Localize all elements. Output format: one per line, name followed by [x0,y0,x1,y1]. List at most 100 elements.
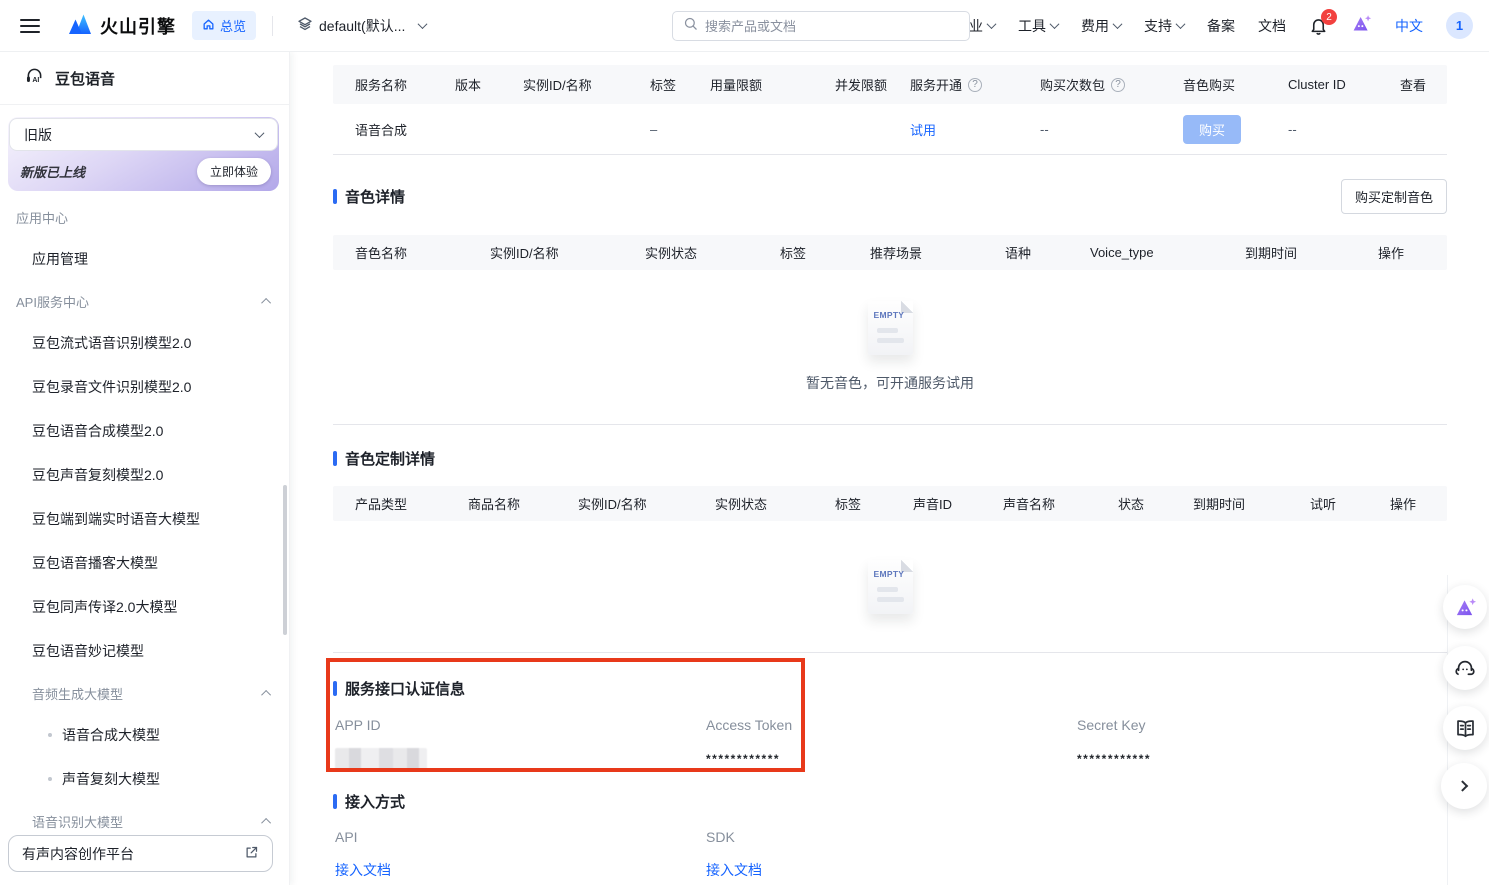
nav-menu-item[interactable]: 费用 [1081,16,1121,36]
access-doc-link[interactable]: 接入文档 [706,860,1077,880]
ai-assistant-nav-icon[interactable] [1351,13,1372,39]
table-header-cell: 到期时间 [1193,494,1310,513]
table-header-cell: 标签 [650,75,710,94]
nav-menu-item[interactable]: 文档 [1258,16,1286,36]
table-header-label: 版本 [455,75,481,94]
sidebar-menu-item[interactable]: 豆包声音复刻模型2.0 [0,453,289,497]
table-cell: – [650,122,710,137]
search-icon [683,16,698,36]
nav-menu-item[interactable]: 备案 [1207,16,1235,36]
chevron-right-icon [1457,780,1468,791]
empty-state-text: 暂无音色，可开通服务试用 [806,373,974,393]
help-question-icon[interactable]: ? [968,78,982,92]
table-header-cell: 商品名称 [468,494,578,513]
access-method-label: SDK [706,829,1077,845]
search-input[interactable] [705,19,959,34]
sidebar-menu-item-label: 豆包录音文件识别模型2.0 [32,377,191,397]
table-cell [835,122,910,137]
table-cell: 购买 [1183,115,1288,144]
voice-custom-table: 产品类型商品名称实例ID/名称实例状态标签声音ID声音名称状态到期时间试听操作 … [333,486,1447,653]
sidebar-menu-item[interactable]: 语音合成大模型 [0,713,289,757]
chevron-down-icon [418,19,428,29]
chevron-down-icon [987,19,997,29]
version-select[interactable]: 旧版 [9,118,278,151]
table-header-label: 购买次数包 [1040,75,1105,94]
chevron-up-icon [261,817,271,827]
sidebar-scrollbar-thumb[interactable] [283,485,287,635]
home-icon [202,18,215,34]
table-header-cell: Cluster ID [1288,77,1400,92]
voice-table-header: 音色名称实例ID/名称实例状态标签推荐场景语种Voice_type到期时间操作 [333,235,1447,270]
table-cell: 语音合成 [355,120,455,139]
table-header-cell: 查看 [1400,75,1447,94]
notification-bell[interactable]: 2 [1309,16,1328,35]
language-switcher[interactable]: 中文 [1395,16,1423,36]
support-headset-float-button[interactable] [1443,646,1487,690]
volcengine-logo[interactable]: 火山引擎 [66,9,176,42]
table-header-label: 到期时间 [1245,243,1297,262]
external-link-icon [244,845,259,863]
sidebar-menu-item[interactable]: 应用中心 [0,197,289,237]
sidebar-menu-item[interactable]: 豆包端到端实时语音大模型 [0,497,289,541]
help-question-icon[interactable]: ? [1111,78,1125,92]
version-promo-card: 旧版 新版已上线 立即体验 [8,117,279,191]
sidebar-menu-item[interactable]: 豆包语音播客大模型 [0,541,289,585]
table-header-label: 查看 [1400,75,1426,94]
chevron-down-icon [1050,19,1060,29]
table-header-cell: 操作 [1390,494,1447,513]
nav-menu-item-label: 支持 [1144,16,1172,36]
table-cell [523,122,650,137]
table-cell-value[interactable]: 试用 [910,120,936,139]
ai-assistant-float-button[interactable] [1443,585,1487,629]
table-header-label: 实例ID/名称 [523,75,592,94]
sidebar-menu-item-label: 声音复刻大模型 [62,769,160,789]
table-cell: 试用 [910,120,1040,139]
sidebar-menu-item[interactable]: 声音复刻大模型 [0,757,289,801]
audio-platform-link[interactable]: 有声内容创作平台 [8,835,273,872]
sidebar-menu-item[interactable]: 音频生成大模型 [0,673,289,713]
hamburger-menu-icon[interactable] [20,19,40,33]
section-title: 服务接口认证信息 [333,678,1447,699]
nav-menu-item[interactable]: 支持 [1144,16,1184,36]
table-header-label: 标签 [780,243,806,262]
chevron-down-icon [1176,19,1186,29]
table-header-cell: 标签 [835,494,913,513]
headset-ai-icon: AI [24,65,45,91]
service-table-row: 语音合成 – 试用 [333,104,1447,155]
table-header-cell: 操作 [1378,243,1447,262]
table-cell-value: – [650,122,657,137]
try-now-button[interactable]: 立即体验 [197,158,271,185]
sidebar-menu-item[interactable]: 豆包录音文件识别模型2.0 [0,365,289,409]
table-header-label: 并发限额 [835,75,887,94]
sidebar-menu-item[interactable]: API服务中心 [0,281,289,321]
table-header-label: 实例ID/名称 [490,243,559,262]
sidebar-menu-item[interactable]: 豆包语音妙记模型 [0,629,289,673]
nav-menu-item[interactable]: 工具 [1018,16,1058,36]
overview-nav-badge[interactable]: 总览 [192,11,256,40]
user-avatar[interactable]: 1 [1446,12,1473,39]
auth-field-value: ************ [706,748,1077,770]
docs-book-float-button[interactable] [1443,706,1487,750]
nav-divider [272,16,273,36]
workspace-switcher[interactable]: default(默认... [297,16,426,36]
version-select-value: 旧版 [24,125,52,145]
table-header-label: 操作 [1378,243,1404,262]
access-doc-link[interactable]: 接入文档 [335,860,706,880]
buy-custom-voice-button[interactable]: 购买定制音色 [1341,179,1447,214]
headset-icon [1454,657,1476,679]
sidebar-menu-item-label: 应用管理 [32,249,88,269]
sidebar-menu-item[interactable]: 应用管理 [0,237,289,281]
auth-field-label: APP ID [335,717,706,733]
table-cell-value[interactable]: 购买 [1183,115,1241,144]
collapse-rail-button[interactable] [1441,763,1487,809]
sidebar-menu-item[interactable]: 豆包流式语音识别模型2.0 [0,321,289,365]
sidebar-menu-item[interactable]: 豆包语音合成模型2.0 [0,409,289,453]
auth-field: APP ID [335,717,706,770]
sidebar-menu-item-label: 语音合成大模型 [62,725,160,745]
sidebar-menu-item-label: 豆包语音妙记模型 [32,641,144,661]
sidebar-menu-item-label: 音频生成大模型 [32,684,123,703]
auth-field: Access Token ************ [706,717,1077,770]
table-header-cell: 音色购买 [1183,75,1288,94]
sidebar-menu-item[interactable]: 豆包同声传译2.0大模型 [0,585,289,629]
table-header-cell: 实例ID/名称 [523,75,650,94]
